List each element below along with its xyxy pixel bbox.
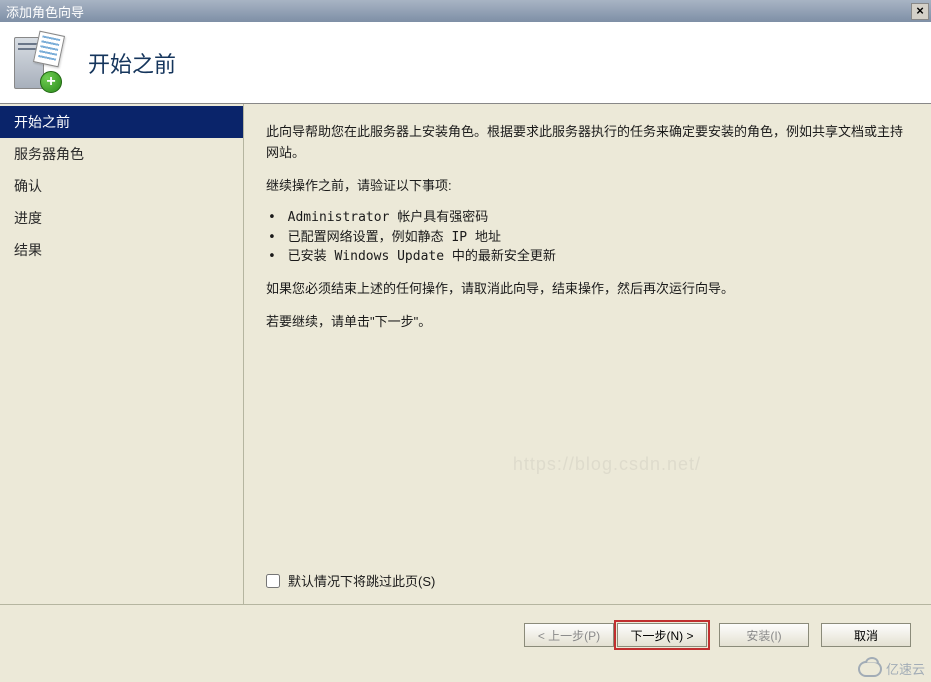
wizard-header: + 开始之前	[0, 22, 931, 104]
background-watermark-url: https://blog.csdn.net/	[513, 454, 701, 475]
sidebar-item-label: 开始之前	[14, 114, 70, 130]
skip-page-option[interactable]: 默认情况下将跳过此页(S)	[266, 571, 435, 590]
sidebar-item-confirmation[interactable]: 确认	[0, 170, 243, 202]
wizard-content: 此向导帮助您在此服务器上安装角色。根据要求此服务器执行的任务来确定要安装的角色，…	[244, 104, 931, 604]
wizard-steps-sidebar: 开始之前 服务器角色 确认 进度 结果	[0, 104, 244, 604]
sidebar-item-before-you-begin[interactable]: 开始之前	[0, 106, 243, 138]
close-button[interactable]: ×	[911, 3, 929, 20]
list-item: Administrator 帐户具有强密码	[266, 208, 909, 228]
provider-watermark: 亿速云	[858, 659, 925, 678]
sidebar-item-results[interactable]: 结果	[0, 234, 243, 266]
title-bar: 添加角色向导 ×	[0, 0, 931, 22]
sidebar-item-progress[interactable]: 进度	[0, 202, 243, 234]
verify-heading: 继续操作之前，请验证以下事项:	[266, 176, 909, 197]
cloud-icon	[858, 661, 882, 677]
list-item: 已配置网络设置，例如静态 IP 地址	[266, 228, 909, 248]
skip-page-label: 默认情况下将跳过此页(S)	[288, 571, 435, 590]
cancel-note: 如果您必须结束上述的任何操作，请取消此向导，结束操作，然后再次运行向导。	[266, 279, 909, 300]
nav-button-group: < 上一步(P) 下一步(N) >	[524, 623, 707, 647]
cancel-button[interactable]: 取消	[821, 623, 911, 647]
sidebar-item-label: 确认	[14, 178, 42, 194]
previous-button: < 上一步(P)	[524, 623, 614, 647]
window-title: 添加角色向导	[6, 2, 84, 21]
sidebar-item-server-roles[interactable]: 服务器角色	[0, 138, 243, 170]
sidebar-item-label: 进度	[14, 210, 42, 226]
intro-text: 此向导帮助您在此服务器上安装角色。根据要求此服务器执行的任务来确定要安装的角色，…	[266, 122, 909, 164]
page-title: 开始之前	[88, 47, 176, 79]
sidebar-item-label: 服务器角色	[14, 146, 84, 162]
server-wizard-icon: +	[10, 33, 70, 93]
wizard-footer: < 上一步(P) 下一步(N) > 安装(I) 取消	[0, 604, 931, 670]
wizard-body: 开始之前 服务器角色 确认 进度 结果 此向导帮助您在此服务器上安装角色。根据要…	[0, 104, 931, 604]
watermark-text: 亿速云	[886, 659, 925, 678]
verify-list: Administrator 帐户具有强密码 已配置网络设置，例如静态 IP 地址…	[266, 208, 909, 267]
skip-page-checkbox[interactable]	[266, 574, 280, 588]
install-button: 安装(I)	[719, 623, 809, 647]
next-button[interactable]: 下一步(N) >	[617, 623, 707, 647]
continue-note: 若要继续，请单击"下一步"。	[266, 312, 909, 333]
sidebar-item-label: 结果	[14, 242, 42, 258]
list-item: 已安装 Windows Update 中的最新安全更新	[266, 247, 909, 267]
